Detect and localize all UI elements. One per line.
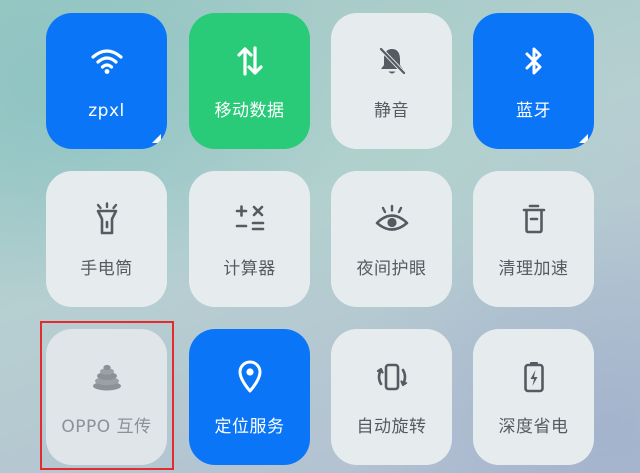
tile-silent[interactable]: 静音 xyxy=(331,13,452,149)
tile-night-mode[interactable]: 夜间护眼 xyxy=(331,171,452,307)
location-pin-icon xyxy=(189,359,310,395)
flashlight-icon xyxy=(46,201,167,237)
tile-label: 计算器 xyxy=(223,259,276,279)
tile-wifi[interactable]: zpxl xyxy=(46,13,167,149)
tile-label: 清理加速 xyxy=(498,259,569,279)
trash-icon xyxy=(473,201,594,237)
bell-off-icon xyxy=(331,43,452,79)
tile-label: OPPO 互传 xyxy=(61,417,152,437)
eye-icon xyxy=(331,201,452,237)
quick-settings-grid: zpxl 移动数据 静音 蓝牙 手电筒 计算器 夜间护眼 清理加速 OPPO 互… xyxy=(0,0,640,473)
tile-label: 静音 xyxy=(374,101,409,121)
auto-rotate-icon xyxy=(331,359,452,395)
calculator-icon xyxy=(189,201,310,237)
tile-label: 深度省电 xyxy=(498,417,569,437)
tile-label: 自动旋转 xyxy=(356,417,427,437)
tile-location[interactable]: 定位服务 xyxy=(189,329,310,465)
tile-label: 定位服务 xyxy=(214,417,285,437)
tile-oppo-share[interactable]: OPPO 互传 xyxy=(46,329,167,465)
expand-corner-icon[interactable] xyxy=(579,134,588,143)
tile-deep-power-saving[interactable]: 深度省电 xyxy=(473,329,594,465)
tile-label: zpxl xyxy=(88,101,125,121)
tile-label: 移动数据 xyxy=(214,101,285,121)
mobile-data-icon xyxy=(189,43,310,79)
tile-label: 手电筒 xyxy=(80,259,133,279)
tile-calculator[interactable]: 计算器 xyxy=(189,171,310,307)
tile-clean-boost[interactable]: 清理加速 xyxy=(473,171,594,307)
tile-flashlight[interactable]: 手电筒 xyxy=(46,171,167,307)
tile-label: 夜间护眼 xyxy=(356,259,427,279)
wifi-icon xyxy=(46,43,167,79)
oppo-share-icon xyxy=(46,359,167,395)
tile-mobile-data[interactable]: 移动数据 xyxy=(189,13,310,149)
bluetooth-icon xyxy=(473,43,594,79)
tile-label: 蓝牙 xyxy=(516,101,551,121)
tile-bluetooth[interactable]: 蓝牙 xyxy=(473,13,594,149)
tile-auto-rotate[interactable]: 自动旋转 xyxy=(331,329,452,465)
expand-corner-icon[interactable] xyxy=(152,134,161,143)
battery-saver-icon xyxy=(473,359,594,395)
